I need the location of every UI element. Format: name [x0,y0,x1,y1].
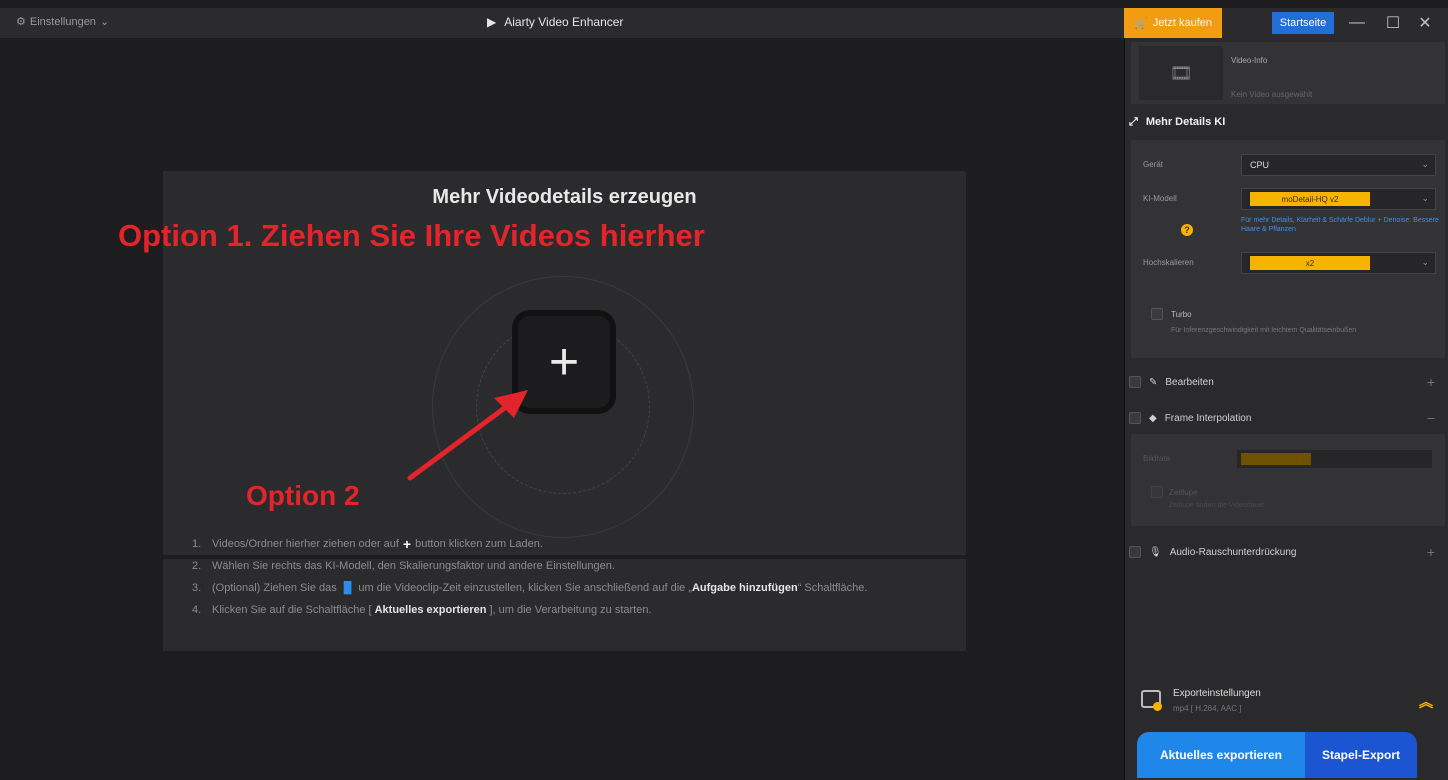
export-settings-title: Exporteinstellungen [1173,688,1261,699]
cart-icon: 🛒 [1133,17,1148,30]
slomo-checkbox[interactable] [1151,486,1163,498]
slomo-label: Zeitlupe [1169,488,1198,497]
chevron-down-icon: ⌄ [1421,193,1429,203]
section-title: Audio-Rauschunterdrückung [1169,546,1297,558]
list-item: 2. Wählen Sie rechts das KI-Modell, den … [192,555,867,577]
video-info-title: Video-Info [1231,56,1268,65]
fi-rate-label: Bildrate [1143,454,1171,463]
upscale-value: x2 [1250,256,1370,270]
film-icon: 🎞 [1139,46,1223,100]
batch-export-button[interactable]: Stapel-Export [1305,732,1417,778]
export-settings[interactable]: Exporteinstellungen mp4 [ H.264, AAC ] ︽ [1131,674,1445,730]
step-text: “ Schaltfläche. [797,582,868,594]
video-info-card: 🎞 Video-Info Kein Video ausgewählt [1131,42,1445,104]
app-title-text: Aiarty Video Enhancer [504,15,624,29]
list-item: 4. Klicken Sie auf die Schaltfläche [ Ak… [192,599,867,621]
model-select[interactable]: moDetail-HQ v2 ⌄ [1241,188,1436,210]
turbo-checkbox[interactable] [1151,308,1163,320]
turbo-label: Turbo [1171,310,1192,319]
upscale-label: Hochskalieren [1143,258,1194,267]
section-title: Frame Interpolation [1164,412,1252,424]
device-value: CPU [1250,160,1270,170]
fi-rate-fill [1241,453,1311,465]
section-title: Mehr Details KI [1145,116,1226,128]
expand-plus-icon[interactable]: + [1427,544,1435,560]
annotation-option-2: Option 2 [246,480,360,511]
maximize-icon[interactable]: ☐ [1382,12,1404,34]
step-text: Wählen Sie rechts das KI-Modell, den Ska… [212,560,615,572]
video-info-sub: Kein Video ausgewählt [1231,90,1313,99]
collapse-minus-icon[interactable]: − [1427,410,1435,426]
model-description: Für mehr Details, Klarheit & Schärfe Deb… [1241,217,1439,233]
list-item: 3. (Optional) Ziehen Sie das ▐▌ um die V… [192,577,867,599]
gear-icon: ⚙ [16,16,26,28]
export-settings-sub: mp4 [ H.264, AAC ] [1173,704,1242,713]
annotation-option-1: Option 1. Ziehen Sie Ihre Videos hierher [118,218,705,253]
model-value: moDetail-HQ v2 [1250,192,1370,206]
diamond-icon: ◆ [1149,412,1157,424]
gear-icon [1153,702,1162,711]
audio-checkbox[interactable] [1129,546,1141,558]
device-label: Gerät [1143,160,1164,169]
home-button[interactable]: Startseite [1272,12,1334,34]
step-text: (Optional) Ziehen Sie das [212,582,337,594]
edit-icon: ✎ [1149,376,1158,388]
frame-checkbox[interactable] [1129,412,1141,424]
step-number: 4. [192,604,202,616]
app-window: ⚙ Einstellungen ⌄ ▶ Aiarty Video Enhance… [0,0,1448,780]
step-number: 1. [192,538,202,550]
close-icon[interactable]: ✕ [1414,12,1436,34]
step-text: um die Videoclip-Zeit einzustellen, klic… [358,582,692,594]
instruction-list: 1. Videos/Ordner hierher ziehen oder auf… [192,533,867,621]
plus-icon: + [402,536,412,552]
play-logo-icon: ▶ [487,15,497,29]
step-number: 3. [192,582,202,594]
device-select[interactable]: CPU ⌄ [1241,154,1436,176]
step-text: Videos/Ordner hierher ziehen oder auf [212,538,399,550]
title-bar: ⚙ Einstellungen ⌄ ▶ Aiarty Video Enhance… [0,8,1448,38]
section-audio[interactable]: 🎙 Audio-Rauschunterdrückung + [1129,538,1447,566]
settings-menu[interactable]: ⚙ Einstellungen ⌄ [16,15,110,29]
chevron-double-up-icon[interactable]: ︽ [1419,692,1433,712]
main-area: Mehr Videodetails erzeugen + Option 1. Z… [0,38,1124,780]
step-bold-text: Aufgabe hinzufügen [691,582,798,594]
ai-settings-box: Gerät CPU ⌄ KI-Modell moDetail-HQ v2 ⌄ ?… [1131,140,1445,358]
plus-icon: + [548,333,580,391]
section-title: Bearbeiten [1165,376,1214,388]
step-bold-text: Aktuelles exportieren [374,604,487,616]
step-number: 2. [192,560,202,572]
export-current-button[interactable]: Aktuelles exportieren [1137,732,1305,778]
edit-checkbox[interactable] [1129,376,1141,388]
help-icon[interactable]: ? [1181,224,1193,236]
step-text: Klicken Sie auf die Schaltfläche [ [212,604,372,616]
chevron-down-icon: ⌄ [1421,257,1429,267]
model-label: KI-Modell [1143,194,1177,203]
buy-button[interactable]: 🛒 Jetzt kaufen [1124,8,1222,38]
microphone-icon: 🎙 [1149,546,1162,558]
minimize-icon[interactable]: — [1346,12,1368,34]
frame-interpolation-box: Bildrate Zeitlupe Zeitlupe ändert die Vi… [1131,434,1445,526]
dropzone-title: Mehr Videodetails erzeugen [432,186,697,208]
section-frame-interpolation[interactable]: ◆ Frame Interpolation − [1129,404,1447,432]
settings-panel: 🎞 Video-Info Kein Video ausgewählt ⤢ Meh… [1124,38,1448,780]
list-item: 1. Videos/Ordner hierher ziehen oder auf… [192,533,867,555]
chevron-down-icon: ⌄ [99,16,110,28]
upscale-icon: ⤢ [1129,115,1138,128]
chevron-down-icon: ⌄ [1421,159,1429,169]
turbo-description: Für Inferenzgeschwindigkeit mit leichtem… [1171,327,1357,334]
section-edit[interactable]: ✎ Bearbeiten + [1129,368,1447,396]
expand-plus-icon[interactable]: + [1427,374,1435,390]
fi-rate-select[interactable] [1237,450,1432,468]
section-more-details: ⤢ Mehr Details KI [1129,108,1447,136]
upscale-select[interactable]: x2 ⌄ [1241,252,1436,274]
buy-label: Jetzt kaufen [1152,17,1213,29]
settings-label: Einstellungen [29,15,96,28]
step-text: button klicken zum Laden. [415,538,543,550]
add-video-button[interactable]: + [512,310,616,414]
slomo-desc: Zeitlupe ändert die Videodauer [1169,502,1265,509]
app-title: ▶ Aiarty Video Enhancer [487,15,623,29]
trim-handles-icon: ▐▌ [339,582,356,594]
step-text: ], um die Verarbeitung zu starten. [489,604,652,616]
